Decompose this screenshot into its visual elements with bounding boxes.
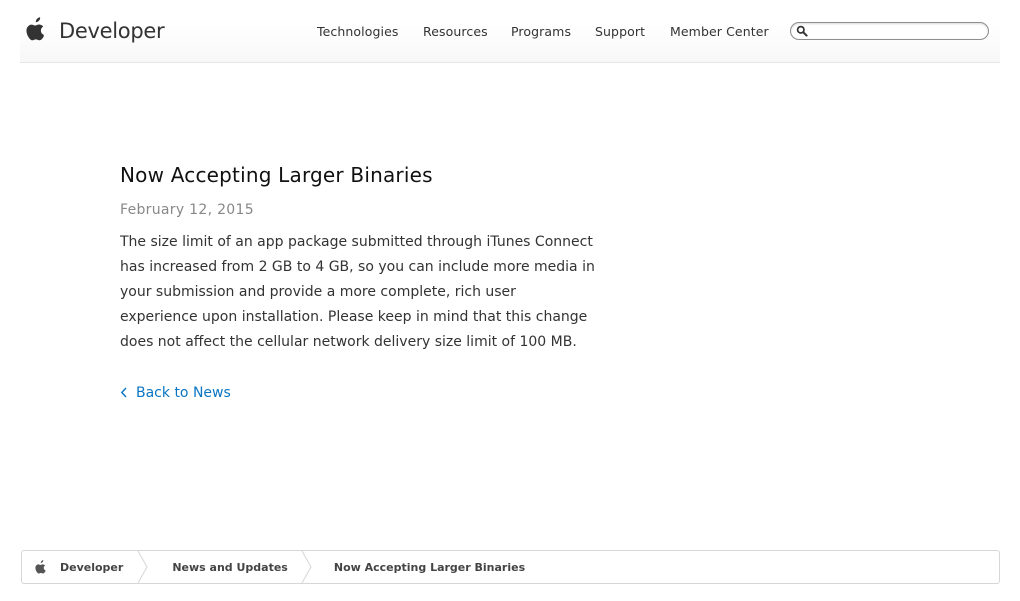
article-date: February 12, 2015 <box>120 202 254 218</box>
global-header: Developer Technologies Resources Program… <box>20 0 1000 63</box>
breadcrumb-developer[interactable]: Developer <box>22 551 137 583</box>
chevron-right-icon <box>137 551 148 583</box>
breadcrumb-current-page: Now Accepting Larger Binaries <box>313 551 539 583</box>
nav-support[interactable]: Support <box>595 24 645 39</box>
breadcrumb-news-and-updates[interactable]: News and Updates <box>149 551 301 583</box>
back-to-news-link[interactable]: Back to News <box>120 383 231 403</box>
back-to-news-label: Back to News <box>136 385 231 401</box>
article-title: Now Accepting Larger Binaries <box>120 163 433 187</box>
breadcrumb-label: News and Updates <box>172 560 288 574</box>
breadcrumb-label: Now Accepting Larger Binaries <box>333 560 526 574</box>
search-input[interactable] <box>810 23 982 39</box>
article-body: The size limit of an app package submitt… <box>120 234 595 350</box>
chevron-left-icon <box>120 387 127 398</box>
search-icon <box>796 25 808 37</box>
nav-technologies[interactable]: Technologies <box>317 24 399 39</box>
apple-logo-icon <box>35 559 46 573</box>
search-box[interactable] <box>790 22 989 40</box>
nav-member-center[interactable]: Member Center <box>670 24 769 39</box>
chevron-right-icon <box>301 551 312 583</box>
nav-resources[interactable]: Resources <box>423 24 488 39</box>
breadcrumb-label: Developer <box>60 560 124 574</box>
nav-programs[interactable]: Programs <box>511 24 571 39</box>
news-article: Now Accepting Larger Binaries February 1… <box>120 160 600 403</box>
breadcrumb: Developer News and Updates Now Accepting… <box>21 550 1000 584</box>
